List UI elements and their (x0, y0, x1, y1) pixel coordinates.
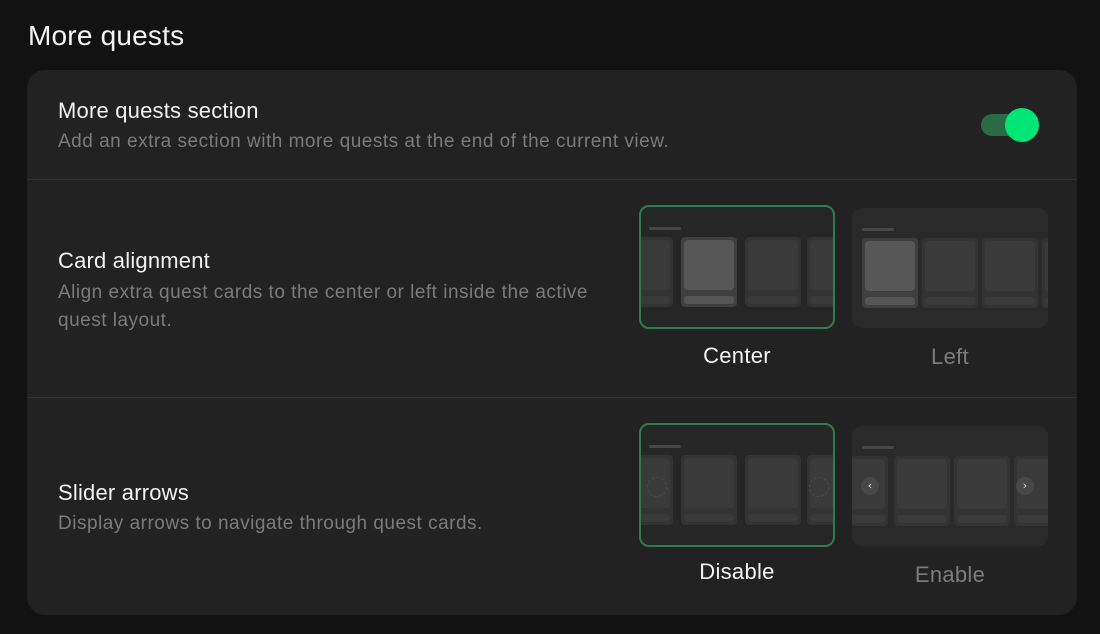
preview-header (862, 446, 894, 449)
card-alignment-row: Card alignment Align extra quest cards t… (27, 180, 1077, 398)
chevron-left-icon: ‹ (861, 477, 879, 495)
toggle-knob (1005, 108, 1039, 142)
page-title: More quests (28, 20, 185, 51)
preview-card (1042, 238, 1048, 308)
preview-header (649, 227, 681, 230)
arrows-option-label: Disable (699, 559, 775, 584)
preview-card (681, 455, 737, 525)
preview-card (641, 237, 673, 307)
card-alignment-description: Align extra quest cards to the center or… (58, 282, 588, 331)
settings-panel: More quests section Add an extra section… (27, 70, 1077, 615)
slider-arrows-description: Display arrows to navigate through quest… (58, 513, 483, 534)
preview-card (922, 238, 978, 308)
alignment-option-label: Left (931, 344, 969, 369)
center-preview (639, 205, 835, 329)
slider-arrows-row: Slider arrows Display arrows to navigate… (27, 398, 1077, 615)
arrows-option-disable[interactable]: Disable (639, 423, 835, 585)
hidden-arrow-placeholder-icon (647, 477, 667, 497)
more-quests-toggle[interactable] (981, 108, 1039, 142)
left-preview (852, 208, 1048, 328)
preview-card (807, 237, 833, 307)
preview-card (862, 238, 918, 308)
preview-card (954, 456, 1010, 526)
preview-header (649, 445, 681, 448)
preview-card (894, 456, 950, 526)
more-quests-section-title: More quests section (58, 98, 259, 123)
preview-card (745, 455, 801, 525)
alignment-option-center[interactable]: Center (639, 205, 835, 369)
preview-header (862, 228, 894, 231)
hidden-arrow-placeholder-icon (809, 477, 829, 497)
arrows-option-enable[interactable]: ‹ › Enable (852, 426, 1048, 588)
preview-card (745, 237, 801, 307)
preview-card (681, 237, 737, 307)
more-quests-section-description: Add an extra section with more quests at… (58, 131, 670, 152)
chevron-right-icon: › (1016, 477, 1034, 495)
enable-preview: ‹ › (852, 426, 1048, 546)
disable-preview (639, 423, 835, 547)
arrows-option-label: Enable (914, 562, 986, 587)
preview-card (982, 238, 1038, 308)
alignment-option-label: Center (703, 343, 771, 368)
alignment-option-left[interactable]: Left (852, 208, 1048, 370)
card-alignment-title: Card alignment (58, 248, 210, 273)
slider-arrows-title: Slider arrows (58, 480, 189, 505)
more-quests-section-row: More quests section Add an extra section… (27, 70, 1077, 180)
